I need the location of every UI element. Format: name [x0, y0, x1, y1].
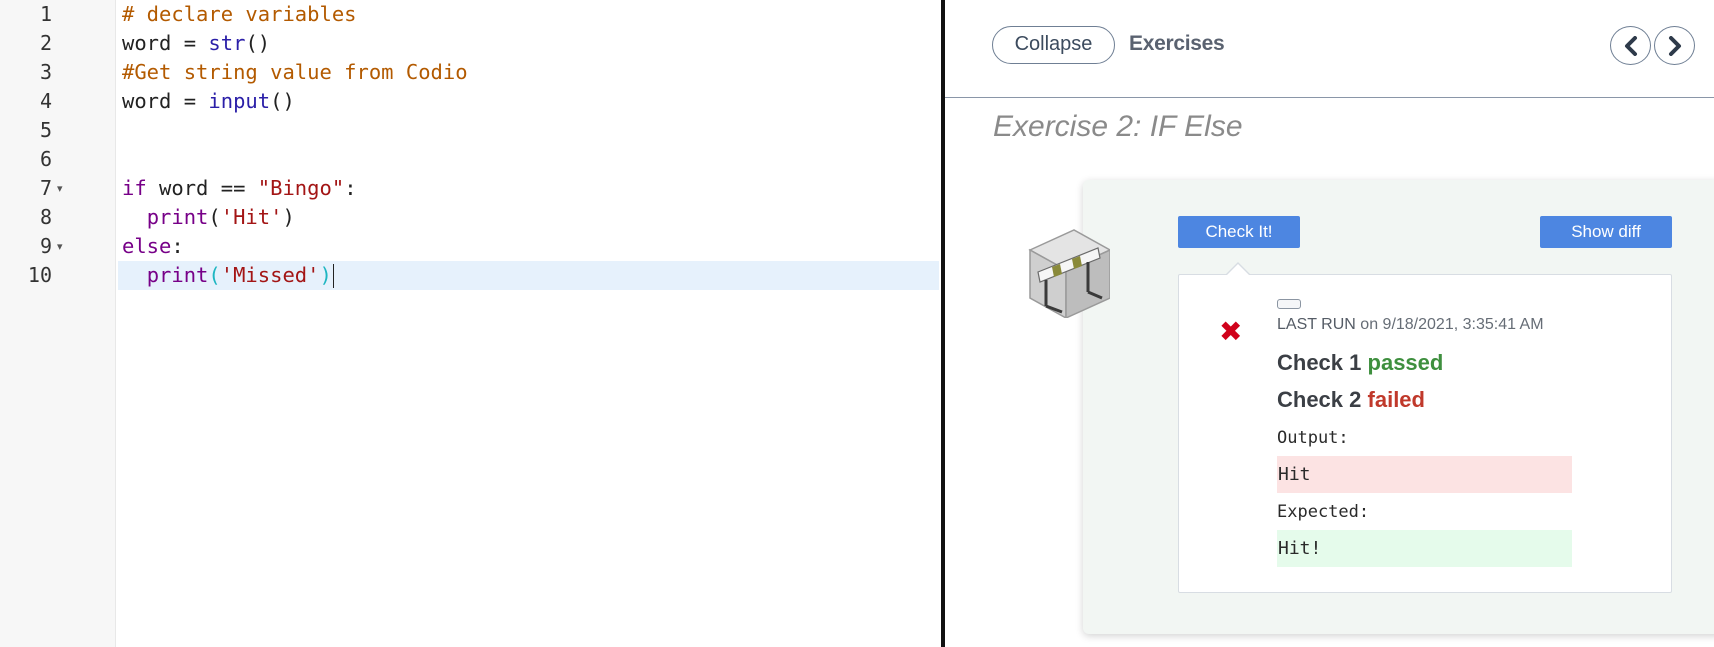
line-number: 6 — [39, 147, 52, 171]
code-line[interactable]: word = input() — [116, 87, 941, 116]
code-text: : — [171, 234, 184, 258]
exercise-title: Exercise 2: IF Else — [993, 110, 1243, 143]
text-cursor — [332, 264, 335, 288]
fold-arrow-icon[interactable]: ▾ — [57, 174, 69, 203]
code-keyword: if — [122, 176, 147, 200]
check-1-status: passed — [1367, 350, 1444, 375]
code-text: word = — [122, 31, 209, 55]
code-comment: # declare variables — [122, 2, 357, 26]
code-text: () — [270, 89, 295, 113]
check-2-result: Check 2 failed — [1277, 387, 1425, 413]
output-value: Hit — [1277, 456, 1572, 493]
code-line[interactable]: word = str() — [116, 29, 941, 58]
line-number: 3 — [39, 60, 52, 84]
code-string: 'Hit' — [220, 205, 283, 229]
code-builtin: input — [208, 89, 271, 113]
line-number: 4 — [39, 89, 52, 113]
code-builtin: str — [208, 31, 246, 55]
code-line-active[interactable]: print('Missed') — [118, 261, 939, 290]
last-run-label: LAST RUN — [1277, 316, 1356, 333]
code-builtin: print — [146, 263, 209, 287]
code-paren: ( — [208, 263, 221, 287]
line-number: 5 — [39, 118, 52, 142]
code-text: () — [245, 31, 271, 55]
next-button[interactable] — [1654, 26, 1695, 65]
fail-x-icon: ✖ — [1219, 315, 1243, 348]
check-2-label: Check 2 — [1277, 387, 1362, 412]
code-text: : — [344, 176, 357, 200]
guide-panel: Collapse Exercises Exercise 2: IF Else C… — [945, 0, 1714, 647]
line-number: 10 — [27, 263, 52, 287]
code-line[interactable]: if word == "Bingo": — [116, 174, 941, 203]
guide-header: Collapse Exercises — [945, 0, 1714, 98]
popover-caret-inner — [1226, 264, 1250, 276]
line-number: 8 — [39, 205, 52, 229]
fold-arrow-icon[interactable]: ▾ — [57, 232, 69, 261]
code-line[interactable] — [116, 116, 941, 145]
code-line[interactable]: # declare variables — [116, 0, 941, 29]
code-line[interactable] — [116, 145, 941, 174]
line-number: 1 — [39, 2, 52, 26]
code-text: ) — [282, 205, 295, 229]
line-number: 9 — [39, 234, 52, 258]
code-line[interactable]: else: — [116, 232, 941, 261]
check-it-button[interactable]: Check It! — [1178, 216, 1300, 248]
check-2-status: failed — [1367, 387, 1425, 412]
code-line[interactable]: print('Hit') — [116, 203, 941, 232]
expected-label: Expected: — [1277, 502, 1370, 522]
last-run-time: on 9/18/2021, 3:35:41 AM — [1360, 316, 1544, 333]
header-title: Exercises — [1129, 32, 1225, 55]
last-run-text: LAST RUN on 9/18/2021, 3:35:41 AM — [1277, 316, 1544, 334]
code-line[interactable]: #Get string value from Codio — [116, 58, 941, 87]
check-1-label: Check 1 — [1277, 350, 1362, 375]
chevron-left-icon — [1625, 36, 1637, 56]
hurdle-icon — [1028, 229, 1110, 318]
toggle-pill[interactable] — [1277, 299, 1301, 309]
line-number: 7 — [39, 176, 52, 200]
output-label: Output: — [1277, 428, 1349, 448]
code-editor[interactable]: 1 2 3 4 5 6 7 8 9 10 ▾ ▾ # declare varia… — [0, 0, 941, 647]
chevron-right-icon — [1669, 36, 1681, 56]
expected-value: Hit! — [1277, 530, 1572, 567]
prev-button[interactable] — [1610, 26, 1651, 65]
code-builtin: print — [146, 205, 209, 229]
show-diff-button[interactable]: Show diff — [1540, 216, 1672, 248]
code-text: word = — [122, 89, 209, 113]
code-text: word == — [146, 176, 258, 200]
code-paren: ) — [319, 263, 332, 287]
code-string: "Bingo" — [257, 176, 345, 200]
code-string: 'Missed' — [220, 263, 320, 287]
code-text: ( — [208, 205, 221, 229]
code-comment: #Get string value from Codio — [122, 60, 468, 84]
code-keyword: else — [122, 234, 172, 258]
check-1-result: Check 1 passed — [1277, 350, 1443, 376]
line-number: 2 — [39, 31, 52, 55]
collapse-button[interactable]: Collapse — [992, 26, 1115, 64]
